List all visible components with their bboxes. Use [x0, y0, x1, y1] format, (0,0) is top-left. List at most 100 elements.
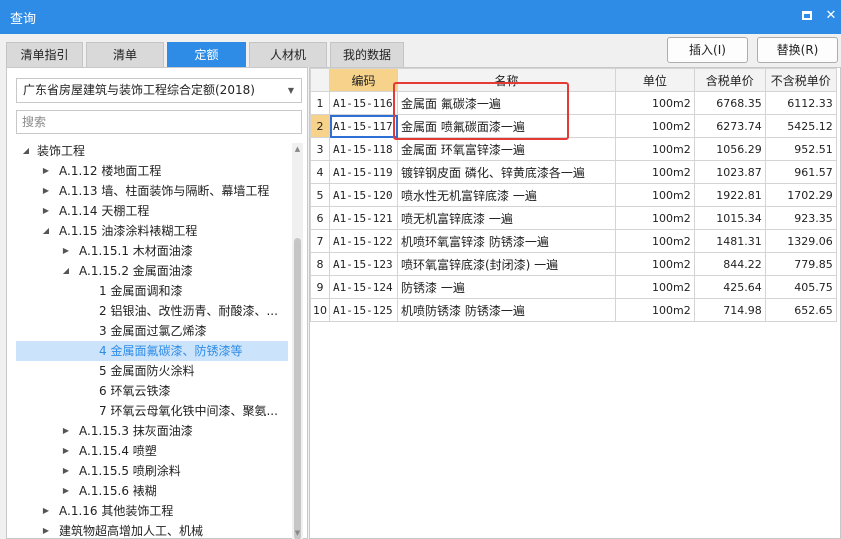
cell-code-focused[interactable]: A1-15-117 — [329, 114, 398, 138]
cell-unit[interactable]: 100m2 — [615, 275, 695, 299]
expanded-triangle-icon[interactable]: ◢ — [40, 221, 52, 241]
scroll-down-icon[interactable]: ▼ — [292, 527, 303, 539]
cell-unit[interactable]: 100m2 — [615, 252, 695, 276]
tree-item[interactable]: ▶ A.1.15.4 喷塑 — [16, 441, 288, 461]
collapsed-triangle-icon[interactable]: ▶ — [60, 241, 72, 261]
table-row[interactable]: 7 A1-15-122 机喷环氧富锌漆 防锈漆一遍 100m2 1481.31 … — [310, 229, 837, 253]
header-tax-price[interactable]: 含税单价 — [693, 68, 766, 92]
cell-name[interactable]: 喷环氧富锌底漆(封闭漆) 一遍 — [397, 252, 616, 276]
cell-tax-price[interactable]: 1922.81 — [693, 183, 766, 207]
cell-unit[interactable]: 100m2 — [615, 91, 695, 115]
collapsed-triangle-icon[interactable]: ▶ — [60, 461, 72, 481]
header-unit[interactable]: 单位 — [615, 68, 695, 92]
table-row[interactable]: 1 A1-15-116 金属面 氟碳漆一遍 100m2 6768.35 6112… — [310, 91, 837, 115]
cell-notax-price[interactable]: 923.35 — [764, 206, 837, 230]
cell-name[interactable]: 喷无机富锌底漆 一遍 — [397, 206, 616, 230]
scroll-up-icon[interactable]: ▲ — [292, 143, 303, 155]
collapsed-triangle-icon[interactable]: ▶ — [60, 441, 72, 461]
cell-unit[interactable]: 100m2 — [615, 229, 695, 253]
table-row[interactable]: 3 A1-15-118 金属面 环氧富锌漆一遍 100m2 1056.29 95… — [310, 137, 837, 161]
cell-notax-price[interactable]: 961.57 — [764, 160, 837, 184]
tree-item[interactable]: ▶ A.1.15.1 木材面油漆 — [16, 241, 288, 261]
cell-notax-price[interactable]: 5425.12 — [764, 114, 837, 138]
cell-name[interactable]: 金属面 喷氟碳面漆一遍 — [397, 114, 616, 138]
cell-notax-price[interactable]: 1329.06 — [764, 229, 837, 253]
table-row[interactable]: 9 A1-15-124 防锈漆 一遍 100m2 425.64 405.75 — [310, 275, 837, 299]
tree-item[interactable]: ▶ A.1.15.6 裱糊 — [16, 481, 288, 501]
cell-name[interactable]: 机喷防锈漆 防锈漆一遍 — [397, 298, 616, 322]
cell-unit[interactable]: 100m2 — [615, 114, 695, 138]
tree-item[interactable]: ▶ A.1.16 其他装饰工程 — [16, 501, 288, 521]
tree-item[interactable]: 5 金属面防火涂料 — [16, 361, 288, 381]
collapsed-triangle-icon[interactable]: ▶ — [60, 481, 72, 501]
tree-item[interactable]: ◢ A.1.15 油漆涂料裱糊工程 — [16, 221, 288, 241]
cell-name[interactable]: 金属面 环氧富锌漆一遍 — [397, 137, 616, 161]
cell-notax-price[interactable]: 1702.29 — [764, 183, 837, 207]
tab-labor-material-machine[interactable]: 人材机 — [249, 42, 327, 67]
header-code[interactable]: 编码 — [329, 68, 398, 92]
tree-item[interactable]: ▶ A.1.13 墙、柱面装饰与隔断、幕墙工程 — [16, 181, 288, 201]
cell-name[interactable]: 金属面 氟碳漆一遍 — [397, 91, 616, 115]
tree-scrollbar[interactable]: ▲ ▼ — [292, 143, 303, 539]
cell-notax-price[interactable]: 652.65 — [764, 298, 837, 322]
table-row[interactable]: 10 A1-15-125 机喷防锈漆 防锈漆一遍 100m2 714.98 65… — [310, 298, 837, 322]
cell-name[interactable]: 镀锌钢皮面 磷化、锌黄底漆各一遍 — [397, 160, 616, 184]
tree-item[interactable]: 7 环氧云母氧化铁中间漆、聚氨... — [16, 401, 288, 421]
cell-notax-price[interactable]: 405.75 — [764, 275, 837, 299]
table-row-selected[interactable]: 2 A1-15-117 金属面 喷氟碳面漆一遍 100m2 6273.74 54… — [310, 114, 837, 138]
tree-item[interactable]: ▶ 建筑物超高增加人工、机械 — [16, 521, 288, 539]
tree-item[interactable]: ◢ A.1.15.2 金属面油漆 — [16, 261, 288, 281]
replace-button[interactable]: 替换(R) — [757, 37, 838, 63]
search-box[interactable] — [16, 110, 302, 134]
cell-name[interactable]: 机喷环氧富锌漆 防锈漆一遍 — [397, 229, 616, 253]
collapsed-triangle-icon[interactable]: ▶ — [40, 161, 52, 181]
tab-list[interactable]: 清单 — [86, 42, 164, 67]
maximize-button[interactable] — [799, 8, 815, 24]
collapsed-triangle-icon[interactable]: ▶ — [40, 181, 52, 201]
close-button[interactable]: ✕ — [823, 8, 839, 24]
collapsed-triangle-icon[interactable]: ▶ — [40, 521, 52, 539]
cell-notax-price[interactable]: 952.51 — [764, 137, 837, 161]
table-row[interactable]: 4 A1-15-119 镀锌钢皮面 磷化、锌黄底漆各一遍 100m2 1023.… — [310, 160, 837, 184]
tree-item[interactable]: 2 铝银油、改性沥青、耐酸漆、... — [16, 301, 288, 321]
cell-tax-price[interactable]: 1015.34 — [693, 206, 766, 230]
table-row[interactable]: 8 A1-15-123 喷环氧富锌底漆(封闭漆) 一遍 100m2 844.22… — [310, 252, 837, 276]
cell-notax-price[interactable]: 6112.33 — [764, 91, 837, 115]
cell-tax-price[interactable]: 6273.74 — [693, 114, 766, 138]
scrollbar-thumb[interactable] — [294, 238, 301, 539]
cell-tax-price[interactable]: 1056.29 — [693, 137, 766, 161]
tree-item[interactable]: ▶ A.1.15.5 喷刷涂料 — [16, 461, 288, 481]
cell-code[interactable]: A1-15-125 — [329, 298, 398, 322]
cell-code[interactable]: A1-15-120 — [329, 183, 398, 207]
cell-code[interactable]: A1-15-116 — [329, 91, 398, 115]
cell-unit[interactable]: 100m2 — [615, 206, 695, 230]
cell-code[interactable]: A1-15-124 — [329, 275, 398, 299]
collapsed-triangle-icon[interactable]: ▶ — [40, 201, 52, 221]
table-row[interactable]: 6 A1-15-121 喷无机富锌底漆 一遍 100m2 1015.34 923… — [310, 206, 837, 230]
table-row[interactable]: 5 A1-15-120 喷水性无机富锌底漆 一遍 100m2 1922.81 1… — [310, 183, 837, 207]
tree-item[interactable]: 1 金属面调和漆 — [16, 281, 288, 301]
cell-code[interactable]: A1-15-122 — [329, 229, 398, 253]
cell-name[interactable]: 喷水性无机富锌底漆 一遍 — [397, 183, 616, 207]
collapsed-triangle-icon[interactable]: ▶ — [40, 501, 52, 521]
cell-code[interactable]: A1-15-121 — [329, 206, 398, 230]
tab-quota[interactable]: 定额 — [167, 42, 246, 67]
cell-code[interactable]: A1-15-119 — [329, 160, 398, 184]
header-name[interactable]: 名称 — [397, 68, 616, 92]
cell-tax-price[interactable]: 6768.35 — [693, 91, 766, 115]
cell-code[interactable]: A1-15-118 — [329, 137, 398, 161]
tree-item[interactable]: ▶ A.1.12 楼地面工程 — [16, 161, 288, 181]
tree-item-selected[interactable]: 4 金属面氟碳漆、防锈漆等 — [16, 341, 288, 361]
cell-unit[interactable]: 100m2 — [615, 183, 695, 207]
cell-notax-price[interactable]: 779.85 — [764, 252, 837, 276]
cell-tax-price[interactable]: 1023.87 — [693, 160, 766, 184]
expanded-triangle-icon[interactable]: ◢ — [60, 261, 72, 281]
cell-unit[interactable]: 100m2 — [615, 298, 695, 322]
collapsed-triangle-icon[interactable]: ▶ — [60, 421, 72, 441]
search-input[interactable] — [17, 111, 301, 133]
cell-tax-price[interactable]: 714.98 — [693, 298, 766, 322]
cell-code[interactable]: A1-15-123 — [329, 252, 398, 276]
tab-list-guide[interactable]: 清单指引 — [6, 42, 83, 67]
expanded-triangle-icon[interactable]: ◢ — [20, 141, 32, 161]
insert-button[interactable]: 插入(I) — [667, 37, 748, 63]
